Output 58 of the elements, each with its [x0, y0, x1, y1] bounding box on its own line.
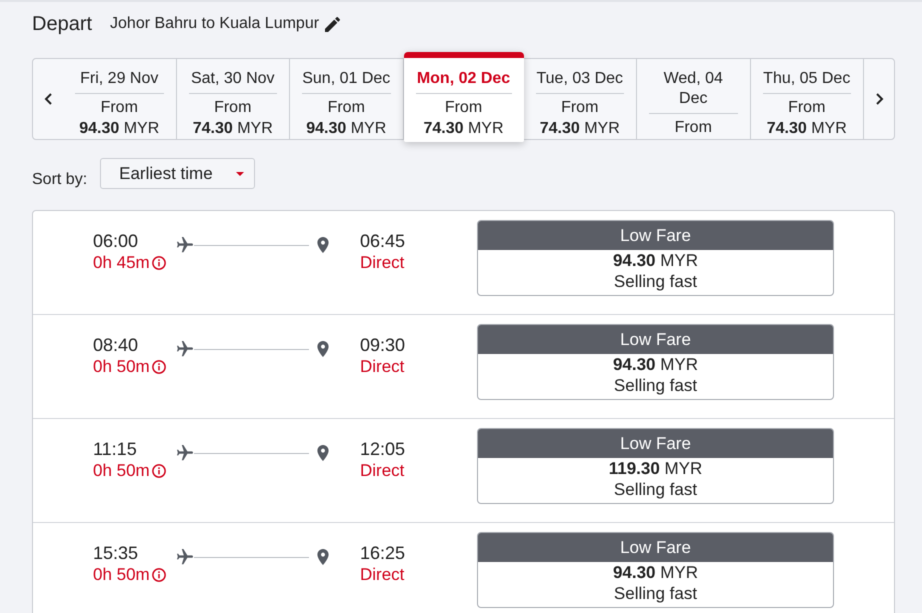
chevron-right-icon	[874, 93, 884, 105]
route-text: Johor Bahru to Kuala Lumpur	[110, 14, 320, 34]
date-tab[interactable]: Thu, 05 Dec From 74.30 MYR	[750, 59, 864, 139]
date-tab[interactable]: Mon, 02 Dec From 74.30 MYR	[404, 52, 524, 142]
fare-header: Low Fare	[478, 429, 833, 458]
flight-duration: 0h 50m	[93, 460, 150, 482]
sort-dropdown[interactable]: Earliest time	[100, 158, 256, 189]
stops-text: Direct	[360, 252, 404, 274]
date-tab[interactable]: Fri, 29 Nov From 94.30 MYR	[63, 59, 176, 139]
arrival-time: 12:05	[360, 438, 406, 460]
departure-time: 08:40	[93, 334, 138, 356]
plane-icon	[177, 549, 193, 565]
fare-note: Selling fast	[612, 479, 698, 500]
arrival-time: 16:25	[360, 542, 406, 564]
fare-price: 119.30 MYR	[608, 458, 704, 479]
plane-icon	[177, 237, 193, 253]
sort-label: Sort by:	[32, 170, 88, 190]
departure-time: 15:35	[93, 542, 138, 564]
pencil-icon[interactable]	[325, 16, 340, 32]
date-tab[interactable]: Wed, 04 Dec From	[637, 59, 750, 139]
stops-text: Direct	[360, 356, 404, 378]
flight-duration: 0h 50m	[93, 356, 150, 378]
date-tab[interactable]: Tue, 03 Dec From 74.30 MYR	[524, 59, 637, 139]
flight-duration: 0h 45m	[93, 252, 150, 274]
pin-icon	[317, 549, 329, 565]
stops-text: Direct	[360, 460, 404, 482]
pin-icon	[317, 237, 329, 253]
fare-header: Low Fare	[478, 221, 833, 250]
plane-icon	[177, 445, 193, 461]
fare-note: Selling fast	[612, 583, 698, 604]
info-icon[interactable]	[152, 568, 166, 582]
caret-icon	[236, 172, 244, 176]
fare-card[interactable]: Low Fare 94.30 MYR Selling fast	[477, 324, 834, 400]
info-icon[interactable]	[152, 360, 166, 374]
info-icon[interactable]	[152, 464, 166, 478]
fare-note: Selling fast	[612, 375, 698, 396]
arrival-time: 09:30	[360, 334, 406, 356]
fare-price: 94.30 MYR	[612, 250, 700, 271]
stops-text: Direct	[360, 564, 404, 586]
fare-header: Low Fare	[478, 533, 833, 562]
fare-header: Low Fare	[478, 325, 833, 354]
fare-note: Selling fast	[612, 271, 698, 292]
fare-card[interactable]: Low Fare 94.30 MYR Selling fast	[477, 532, 834, 608]
fare-price: 94.30 MYR	[612, 562, 700, 583]
fare-card[interactable]: Low Fare 94.30 MYR Selling fast	[477, 220, 834, 296]
departure-time: 11:15	[93, 438, 137, 460]
fare-price: 94.30 MYR	[612, 354, 700, 375]
chevron-left-icon	[44, 93, 52, 105]
fare-card[interactable]: Low Fare 119.30 MYR Selling fast	[477, 428, 834, 504]
info-icon[interactable]	[152, 256, 166, 270]
pin-icon	[317, 341, 329, 357]
plane-icon	[177, 341, 193, 357]
date-tab[interactable]: Sat, 30 Nov From 74.30 MYR	[176, 59, 290, 139]
pin-icon	[317, 445, 329, 461]
section-title: Depart	[32, 12, 92, 36]
departure-time: 06:00	[93, 230, 138, 252]
flight-duration: 0h 50m	[93, 564, 150, 586]
arrival-time: 06:45	[360, 230, 406, 252]
